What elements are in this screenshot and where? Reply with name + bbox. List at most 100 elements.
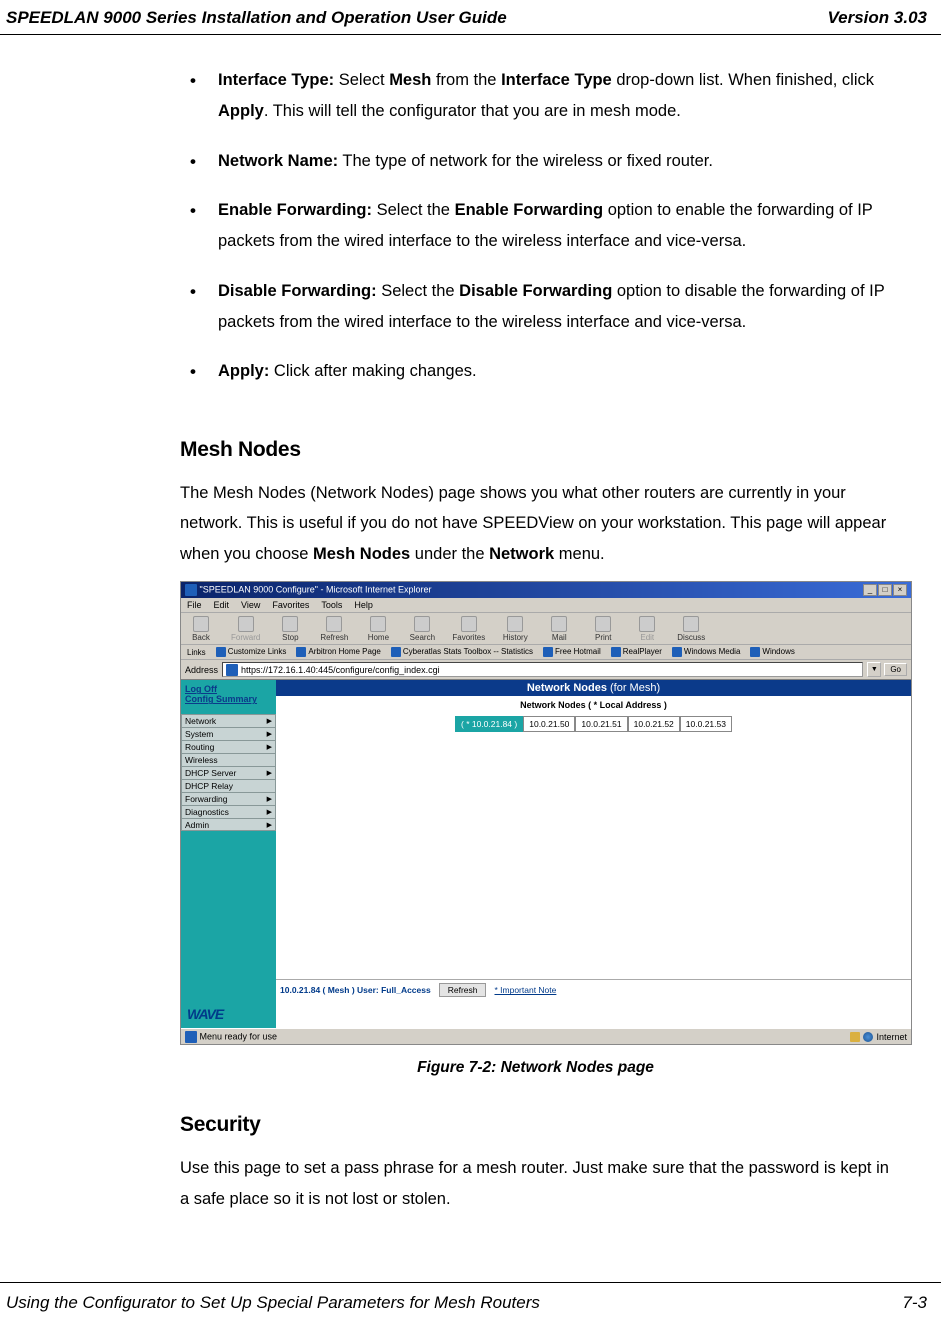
links-bar: Links Customize Links Arbitron Home Page… xyxy=(181,645,911,660)
link-arbitron[interactable]: Arbitron Home Page xyxy=(296,647,380,657)
ie-icon xyxy=(185,1031,197,1043)
chevron-right-icon: ▶ xyxy=(267,743,272,751)
address-bar: Address https://172.16.1.40:445/configur… xyxy=(181,660,911,680)
status-bar: Menu ready for use Internet xyxy=(181,1028,911,1044)
lock-icon xyxy=(850,1032,860,1042)
menu-edit[interactable]: Edit xyxy=(214,600,230,610)
sidebar-item-wireless[interactable]: Wireless xyxy=(181,753,276,766)
link-customize[interactable]: Customize Links xyxy=(216,647,287,657)
stop-icon xyxy=(282,616,298,632)
forward-icon xyxy=(238,616,254,632)
sidebar-config-summary-link[interactable]: Config Summary xyxy=(185,694,272,704)
user-access-text: 10.0.21.84 ( Mesh ) User: Full_Access xyxy=(280,985,431,995)
link-icon xyxy=(672,647,682,657)
print-icon xyxy=(595,616,611,632)
tb-discuss[interactable]: Discuss xyxy=(677,616,705,642)
bullet-apply: Apply: Click after making changes. xyxy=(180,356,891,387)
node-2[interactable]: 10.0.21.51 xyxy=(575,716,627,732)
tb-favorites[interactable]: Favorites xyxy=(452,616,485,642)
sidebar-item-dhcp-relay[interactable]: DHCP Relay xyxy=(181,779,276,792)
page-icon xyxy=(226,664,238,676)
sidebar-item-dhcp-server[interactable]: DHCP Server▶ xyxy=(181,766,276,779)
tb-search[interactable]: Search xyxy=(408,616,436,642)
link-realplayer[interactable]: RealPlayer xyxy=(611,647,662,657)
refresh-icon xyxy=(326,616,342,632)
close-button[interactable]: × xyxy=(893,584,907,596)
link-windows[interactable]: Windows xyxy=(750,647,794,657)
address-field[interactable]: https://172.16.1.40:445/configure/config… xyxy=(222,662,863,677)
link-icon xyxy=(216,647,226,657)
node-1[interactable]: 10.0.21.50 xyxy=(523,716,575,732)
link-windowsmedia[interactable]: Windows Media xyxy=(672,647,740,657)
chevron-right-icon: ▶ xyxy=(267,821,272,829)
status-right: Internet xyxy=(850,1032,907,1042)
mail-icon xyxy=(551,616,567,632)
toolbar: Back Forward Stop Refresh Home Search Fa… xyxy=(181,613,911,645)
footer-left: Using the Configurator to Set Up Special… xyxy=(6,1293,540,1313)
sidebar-item-network[interactable]: Network▶ xyxy=(181,714,276,727)
sidebar-item-admin[interactable]: Admin▶ xyxy=(181,818,276,831)
important-note-link[interactable]: * Important Note xyxy=(494,985,556,995)
window-controls: _ □ × xyxy=(863,584,907,596)
security-heading: Security xyxy=(180,1113,891,1137)
sidebar-item-system[interactable]: System▶ xyxy=(181,727,276,740)
node-3[interactable]: 10.0.21.52 xyxy=(628,716,680,732)
chevron-right-icon: ▶ xyxy=(267,808,272,816)
header-version: Version 3.03 xyxy=(827,8,927,28)
links-label: Links xyxy=(187,648,206,657)
favorites-icon xyxy=(461,616,477,632)
wave-logo: WAVE xyxy=(187,1006,223,1022)
sidebar-footer-row: WAVE xyxy=(181,1000,911,1028)
link-cyberatlas[interactable]: Cyberatlas Stats Toolbox -- Statistics xyxy=(391,647,533,657)
main-panel: Network Nodes (for Mesh) Network Nodes (… xyxy=(276,680,911,1000)
bullet-interface-type: Interface Type: Select Mesh from the Int… xyxy=(180,65,891,128)
link-hotmail[interactable]: Free Hotmail xyxy=(543,647,601,657)
tb-stop[interactable]: Stop xyxy=(276,616,304,642)
page-body: Log Off Config Summary Network▶ System▶ … xyxy=(181,680,911,1000)
sidebar-item-forwarding[interactable]: Forwarding▶ xyxy=(181,792,276,805)
menu-help[interactable]: Help xyxy=(354,600,373,610)
tb-mail[interactable]: Mail xyxy=(545,616,573,642)
page-footer: Using the Configurator to Set Up Special… xyxy=(0,1282,941,1313)
back-icon xyxy=(193,616,209,632)
tb-home[interactable]: Home xyxy=(364,616,392,642)
tb-forward: Forward xyxy=(231,616,260,642)
menu-file[interactable]: File xyxy=(187,600,202,610)
ie-icon xyxy=(185,584,197,596)
chevron-right-icon: ▶ xyxy=(267,717,272,725)
sidebar-menu: Network▶ System▶ Routing▶ Wireless DHCP … xyxy=(181,714,276,831)
menu-favorites[interactable]: Favorites xyxy=(272,600,309,610)
sidebar-top: Log Off Config Summary xyxy=(181,680,276,714)
mesh-nodes-text: The Mesh Nodes (Network Nodes) page show… xyxy=(180,478,891,570)
link-icon xyxy=(296,647,306,657)
menu-tools[interactable]: Tools xyxy=(321,600,342,610)
search-icon xyxy=(414,616,430,632)
tb-history[interactable]: History xyxy=(501,616,529,642)
sidebar: Log Off Config Summary Network▶ System▶ … xyxy=(181,680,276,1000)
sidebar-item-diagnostics[interactable]: Diagnostics▶ xyxy=(181,805,276,818)
local-address-label: Network Nodes ( * Local Address ) xyxy=(276,696,911,714)
address-dropdown-button[interactable]: ▼ xyxy=(867,662,881,677)
address-label: Address xyxy=(185,665,218,675)
tb-back[interactable]: Back xyxy=(187,616,215,642)
maximize-button[interactable]: □ xyxy=(878,584,892,596)
node-local[interactable]: ( * 10.0.21.84 ) xyxy=(455,716,523,732)
sidebar-logoff-link[interactable]: Log Off xyxy=(185,684,272,694)
refresh-button[interactable]: Refresh xyxy=(439,983,487,997)
network-nodes-title-bar: Network Nodes (for Mesh) xyxy=(276,680,911,696)
sidebar-item-routing[interactable]: Routing▶ xyxy=(181,740,276,753)
chevron-right-icon: ▶ xyxy=(267,769,272,777)
bullet-list: Interface Type: Select Mesh from the Int… xyxy=(180,65,891,388)
node-4[interactable]: 10.0.21.53 xyxy=(680,716,732,732)
history-icon xyxy=(507,616,523,632)
tb-print[interactable]: Print xyxy=(589,616,617,642)
page-footer-bar: 10.0.21.84 ( Mesh ) User: Full_Access Re… xyxy=(276,979,911,1000)
go-button[interactable]: Go xyxy=(884,663,907,676)
bullet-enable-forwarding: Enable Forwarding: Select the Enable For… xyxy=(180,195,891,258)
minimize-button[interactable]: _ xyxy=(863,584,877,596)
window-titlebar[interactable]: "SPEEDLAN 9000 Configure" - Microsoft In… xyxy=(181,582,911,598)
menubar: File Edit View Favorites Tools Help xyxy=(181,598,911,613)
tb-refresh[interactable]: Refresh xyxy=(320,616,348,642)
discuss-icon xyxy=(683,616,699,632)
menu-view[interactable]: View xyxy=(241,600,260,610)
